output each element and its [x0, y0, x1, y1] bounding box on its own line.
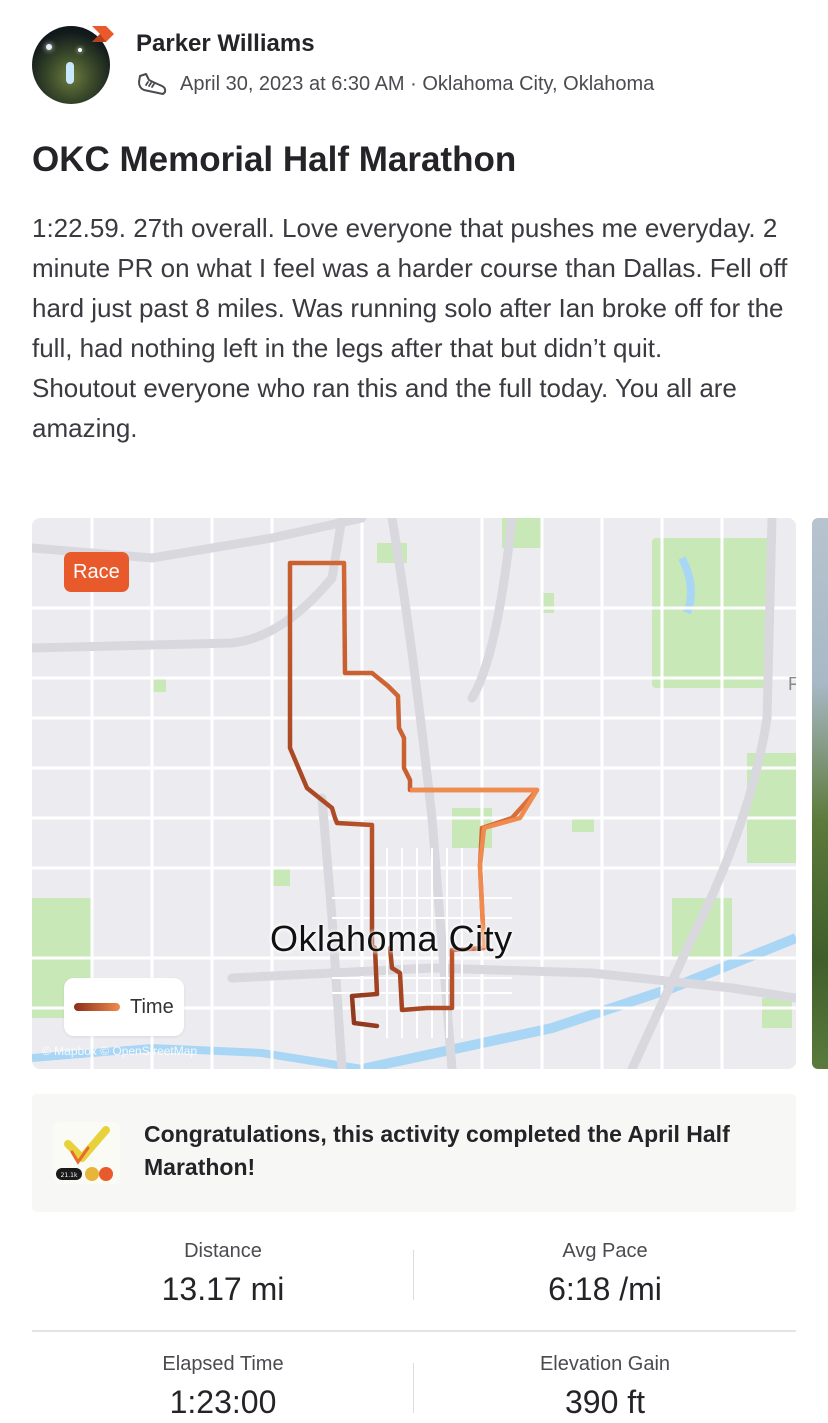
route-map[interactable]: F Race Oklahoma City Time © Mapbox © Ope… [32, 518, 796, 1069]
map-attribution[interactable]: © Mapbox © OpenStreetMap [42, 1044, 197, 1058]
svg-text:21.1k: 21.1k [61, 1172, 78, 1179]
row-divider [32, 1330, 796, 1332]
stat-distance: Distance 13.17 mi [32, 1232, 414, 1308]
time-legend[interactable]: Time [64, 978, 184, 1036]
description-paragraph: 1:22.59. 27th overall. Love everyone tha… [32, 213, 788, 363]
stat-label: Avg Pace [562, 1240, 648, 1262]
shoe-icon [138, 73, 167, 95]
legend-label: Time [130, 995, 174, 1018]
activity-header: Parker Williams April 30, 2023 at 6:30 A… [32, 22, 812, 112]
description-paragraph: Shoutout everyone who ran this and the f… [32, 373, 737, 443]
svg-text:F: F [788, 674, 796, 694]
stat-label: Elevation Gain [539, 1353, 671, 1375]
next-photo-preview[interactable] [812, 518, 828, 1069]
user-name[interactable]: Parker Williams [136, 30, 315, 58]
stat-value: 6:18 /mi [548, 1271, 662, 1307]
legend-gradient-swatch [74, 1003, 120, 1011]
stats-row: Elapsed Time 1:23:00 Elevation Gain 390 … [32, 1345, 796, 1423]
challenge-trophy-icon: 21.1k [54, 1122, 120, 1184]
challenge-banner[interactable]: 21.1k Congratulations, this activity com… [32, 1094, 796, 1212]
stat-value: 1:23:00 [169, 1384, 277, 1420]
race-badge: Race [64, 552, 129, 592]
activity-date-location: April 30, 2023 at 6:30 AM · Oklahoma Cit… [180, 72, 655, 95]
stat-value: 13.17 mi [161, 1271, 285, 1307]
activity-title[interactable]: OKC Memorial Half Marathon [32, 140, 516, 180]
subscriber-badge-icon [92, 26, 114, 42]
activity-description: 1:22.59. 27th overall. Love everyone tha… [32, 208, 802, 448]
challenge-message: Congratulations, this activity completed… [144, 1121, 730, 1180]
stat-elapsed-time: Elapsed Time 1:23:00 [32, 1345, 414, 1421]
activity-stats: Distance 13.17 mi Avg Pace 6:18 /mi Elap… [32, 1232, 796, 1423]
map-city-label: Oklahoma City [270, 918, 513, 959]
stat-value: 390 ft [564, 1384, 646, 1420]
stat-avg-pace: Avg Pace 6:18 /mi [414, 1232, 796, 1308]
stat-label: Elapsed Time [162, 1353, 284, 1375]
stat-elevation-gain: Elevation Gain 390 ft [414, 1345, 796, 1421]
stats-row: Distance 13.17 mi Avg Pace 6:18 /mi [32, 1232, 796, 1332]
activity-meta: April 30, 2023 at 6:30 AM · Oklahoma Cit… [136, 70, 654, 98]
stat-label: Distance [184, 1240, 262, 1262]
